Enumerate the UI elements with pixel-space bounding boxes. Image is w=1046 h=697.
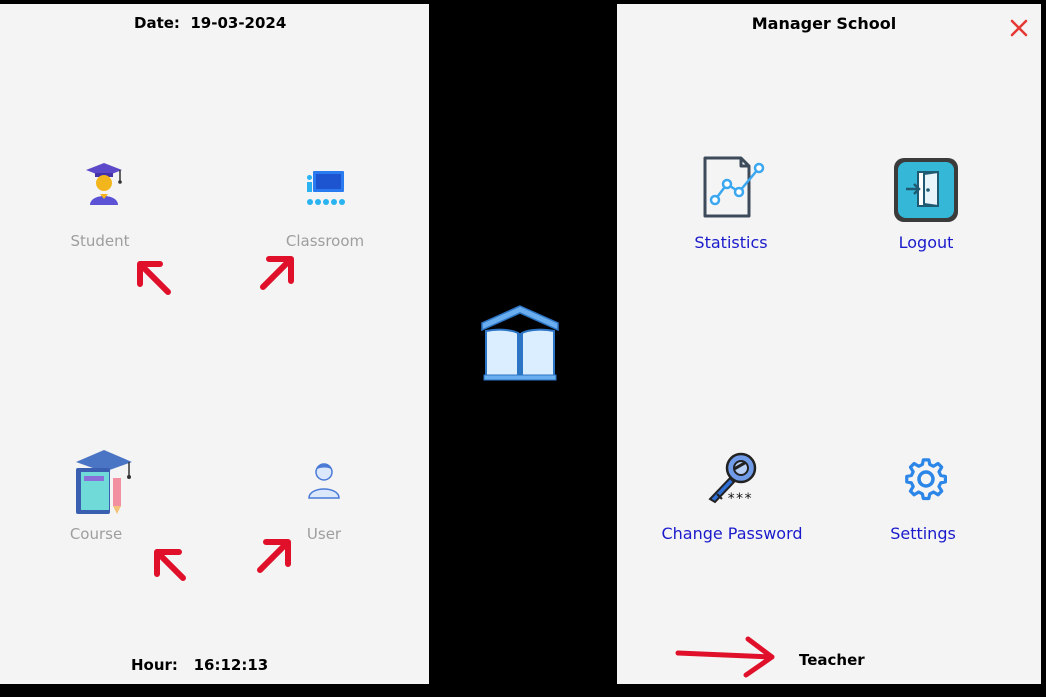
student-graduate-icon — [86, 163, 122, 205]
classroom-label: Classroom — [285, 232, 365, 250]
course-label: Course — [69, 525, 123, 543]
annotation-arrow-icon — [137, 261, 171, 295]
settings-button[interactable]: Settings — [877, 454, 967, 554]
change-password-label: Change Password — [661, 524, 803, 543]
classroom-icon — [307, 171, 345, 205]
user-role-label: Teacher — [799, 651, 865, 669]
course-tile[interactable]: Course — [56, 444, 136, 554]
key-password-icon: *** — [708, 452, 757, 506]
classroom-tile[interactable]: Classroom — [285, 159, 365, 259]
annotation-arrow-icon — [154, 549, 186, 581]
logout-door-icon — [894, 158, 958, 222]
dashboard-panel: Date: 19-03-2024 Student Classroom Cours… — [0, 4, 429, 684]
student-label: Student — [70, 232, 130, 250]
settings-label: Settings — [890, 524, 956, 543]
close-icon[interactable] — [1007, 16, 1031, 40]
page-title: Manager School — [751, 14, 897, 33]
user-icon — [308, 463, 340, 499]
open-book-logo-icon — [481, 305, 559, 381]
statistics-button[interactable]: Statistics — [677, 154, 787, 264]
student-tile[interactable]: Student — [60, 159, 140, 259]
date-label: Date: 19-03-2024 — [134, 14, 287, 32]
manager-menu-panel: Manager School Statistics Logout *** Cha… — [617, 4, 1041, 684]
user-label: User — [306, 525, 342, 543]
course-books-icon — [76, 450, 132, 514]
logout-label: Logout — [898, 233, 954, 252]
hour-label: Hour: 16:12:13 — [131, 656, 269, 674]
svg-text:***: *** — [727, 491, 752, 506]
gear-icon — [905, 458, 948, 501]
logout-button[interactable]: Logout — [872, 154, 982, 264]
annotation-arrow-icon — [257, 539, 291, 573]
change-password-button[interactable]: *** Change Password — [657, 450, 807, 550]
statistics-label: Statistics — [694, 233, 768, 252]
statistics-chart-icon — [703, 156, 765, 218]
annotation-arrow-icon — [260, 256, 294, 290]
annotation-arrow-icon — [675, 636, 775, 678]
